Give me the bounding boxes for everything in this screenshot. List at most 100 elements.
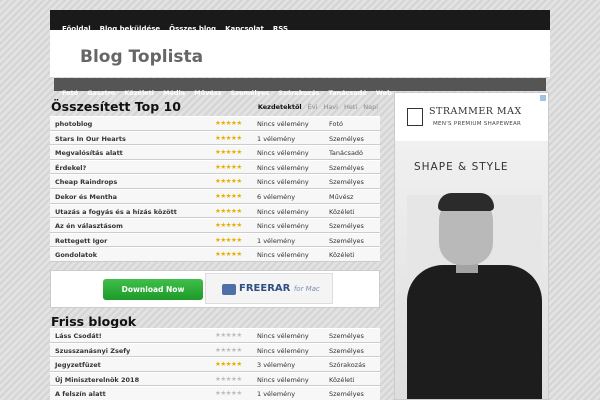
blog-category[interactable]: Szórakozás	[329, 361, 365, 369]
blog-name[interactable]: Stars In Our Hearts	[55, 135, 126, 143]
opinion-count[interactable]: Nincs vélemény	[257, 251, 309, 259]
list-item[interactable]: Érdekel? ★★★★★ Nincs vélemény Személyes	[50, 159, 380, 175]
list-item[interactable]: Utazás a fogyás és a hízás között ★★★★★ Ni…	[50, 203, 380, 219]
opinion-count[interactable]: Nincs vélemény	[257, 332, 309, 340]
opinion-count[interactable]: Nincs vélemény	[257, 208, 309, 216]
blog-name[interactable]: Jegyzetfüzet	[55, 361, 101, 369]
top10-title: Összesített Top 10	[51, 99, 181, 114]
star-icon: ★	[236, 148, 242, 157]
list-item[interactable]: Szusszanásnyi Zsefy ★★★★★ Nincs vélemény Sz…	[50, 342, 380, 358]
friss-title: Friss blogok	[51, 314, 137, 329]
star-icon: ★	[236, 235, 242, 244]
list-item[interactable]: Az én választásom ★★★★★ Nincs vélemény Szem…	[50, 218, 380, 233]
blog-category[interactable]: Fotó	[329, 120, 343, 128]
opinion-count[interactable]: 1 vélemény	[257, 390, 295, 398]
site-header: Blog Toplista	[50, 30, 550, 77]
blog-name[interactable]: Szusszanásnyi Zsefy	[55, 347, 130, 355]
blog-category[interactable]: Személyes	[329, 347, 364, 355]
sidebar-ad[interactable]: STRAMMER MAX MEN'S PREMIUM SHAPEWEAR SHA…	[394, 92, 549, 400]
list-item[interactable]: Megvalósítás alatt ★★★★★ Nincs vélemény Tan…	[50, 145, 380, 160]
blog-category[interactable]: Személyes	[329, 222, 364, 230]
blog-category[interactable]: Személyes	[329, 332, 364, 340]
brand-logo-icon	[407, 108, 423, 126]
opinion-count[interactable]: 1 vélemény	[257, 237, 295, 245]
rating-stars: ★★★★★	[215, 331, 242, 339]
category-nav-link[interactable]: Személyes	[231, 89, 270, 97]
site-title[interactable]: Blog Toplista	[80, 47, 203, 67]
list-item[interactable]: Gondolatok ★★★★★ Nincs vélemény Közéleti	[50, 247, 380, 262]
blog-category[interactable]: Személyes	[329, 164, 364, 172]
category-nav-link[interactable]: Tanácsadó	[328, 89, 366, 97]
opinion-count[interactable]: Nincs vélemény	[257, 149, 309, 157]
list-item[interactable]: Rettegett Igor ★★★★★ 1 vélemény Személyes	[50, 232, 380, 248]
list-item[interactable]: Cheap Raindrops ★★★★★ Nincs vélemény Személ…	[50, 174, 380, 189]
list-item[interactable]: Láss Csodát! ★★★★★ Nincs vélemény Személyes	[50, 328, 380, 343]
list-item[interactable]: Jegyzetfüzet ★★★★★ 3 vélemény Szórakozás	[50, 357, 380, 372]
rating-stars: ★★★★★	[215, 389, 242, 397]
blog-name[interactable]: Új Miniszterelnök 2018	[55, 376, 139, 384]
star-icon: ★	[236, 133, 242, 142]
category-nav-link[interactable]: Szórakozás	[278, 89, 319, 97]
category-nav-link[interactable]: Fotó	[62, 89, 78, 97]
friss-header: Friss blogok	[50, 313, 380, 329]
rating-stars: ★★★★★	[215, 177, 242, 185]
blog-category[interactable]: Közéleti	[329, 251, 355, 259]
blog-category[interactable]: Művész	[329, 193, 353, 201]
opinion-count[interactable]: 6 vélemény	[257, 193, 295, 201]
category-nav-link[interactable]: Média	[163, 89, 185, 97]
freerar-subtitle: for Mac	[293, 285, 320, 293]
blog-name[interactable]: Rettegett Igor	[55, 237, 107, 245]
category-nav-link[interactable]: Web	[376, 89, 392, 97]
list-item[interactable]: A felszín alatt ★★★★★ 1 vélemény Személyes	[50, 386, 380, 400]
list-item[interactable]: Dekor és Mentha ★★★★★ 6 vélemény Művész	[50, 188, 380, 204]
category-nav-link[interactable]: Művész	[194, 89, 221, 97]
blog-name[interactable]: Az én választásom	[55, 222, 123, 230]
blog-name[interactable]: photoblog	[55, 120, 92, 128]
star-icon: ★	[236, 119, 242, 127]
brand-name: STRAMMER MAX	[429, 106, 522, 117]
blog-category[interactable]: Tanácsadó	[329, 149, 363, 157]
filter-tab[interactable]: Napi	[363, 103, 378, 111]
category-nav-link[interactable]: Közéleti	[124, 89, 154, 97]
blog-name[interactable]: Megvalósítás alatt	[55, 149, 123, 157]
opinion-count[interactable]: Nincs vélemény	[257, 222, 309, 230]
blog-category[interactable]: Személyes	[329, 237, 364, 245]
opinion-count[interactable]: Nincs vélemény	[257, 120, 309, 128]
rating-stars: ★★★★★	[215, 163, 242, 171]
blog-name[interactable]: Gondolatok	[55, 251, 97, 259]
blog-name[interactable]: Dekor és Mentha	[55, 193, 117, 201]
freerar-ad[interactable]: FREERAR for Mac	[205, 273, 333, 304]
filter-tab[interactable]: Kezdetektől	[258, 103, 302, 111]
blog-name[interactable]: Utazás a fogyás és a hízás között	[55, 208, 177, 216]
opinion-count[interactable]: Nincs vélemény	[257, 376, 309, 384]
rating-stars: ★★★★★	[215, 148, 242, 156]
blog-name[interactable]: Érdekel?	[55, 164, 86, 172]
filter-tab[interactable]: Havi	[323, 103, 338, 111]
list-item[interactable]: photoblog ★★★★★ Nincs vélemény Fotó	[50, 116, 380, 131]
blog-category[interactable]: Személyes	[329, 135, 364, 143]
top10-filters: Kezdetektől Évi Havi Heti Napi	[252, 103, 378, 111]
rating-stars: ★★★★★	[215, 221, 242, 229]
list-item[interactable]: Új Miniszterelnök 2018 ★★★★★ Nincs vélemén…	[50, 371, 380, 387]
download-now-button[interactable]: Download Now	[103, 279, 203, 300]
opinion-count[interactable]: Nincs vélemény	[257, 347, 309, 355]
freerar-brand: FREERAR	[239, 283, 291, 294]
filter-tab[interactable]: Évi	[308, 103, 318, 111]
blog-name[interactable]: Láss Csodát!	[55, 332, 102, 340]
filter-tab[interactable]: Heti	[344, 103, 357, 111]
ad-choices-icon[interactable]	[540, 95, 546, 101]
blog-name[interactable]: Cheap Raindrops	[55, 178, 117, 186]
opinion-count[interactable]: Nincs vélemény	[257, 178, 309, 186]
opinion-count[interactable]: 3 vélemény	[257, 361, 295, 369]
opinion-count[interactable]: Nincs vélemény	[257, 164, 309, 172]
blog-category[interactable]: Közéleti	[329, 208, 355, 216]
model-photo	[407, 193, 542, 399]
blog-name[interactable]: A felszín alatt	[55, 390, 106, 398]
blog-category[interactable]: Közéleti	[329, 376, 355, 384]
category-nav-link[interactable]: Gasztro	[87, 89, 115, 97]
opinion-count[interactable]: 1 vélemény	[257, 135, 295, 143]
model-hair	[438, 193, 494, 211]
blog-category[interactable]: Személyes	[329, 178, 364, 186]
list-item[interactable]: Stars In Our Hearts ★★★★★ 1 vélemény Személ…	[50, 130, 380, 146]
blog-category[interactable]: Személyes	[329, 390, 364, 398]
